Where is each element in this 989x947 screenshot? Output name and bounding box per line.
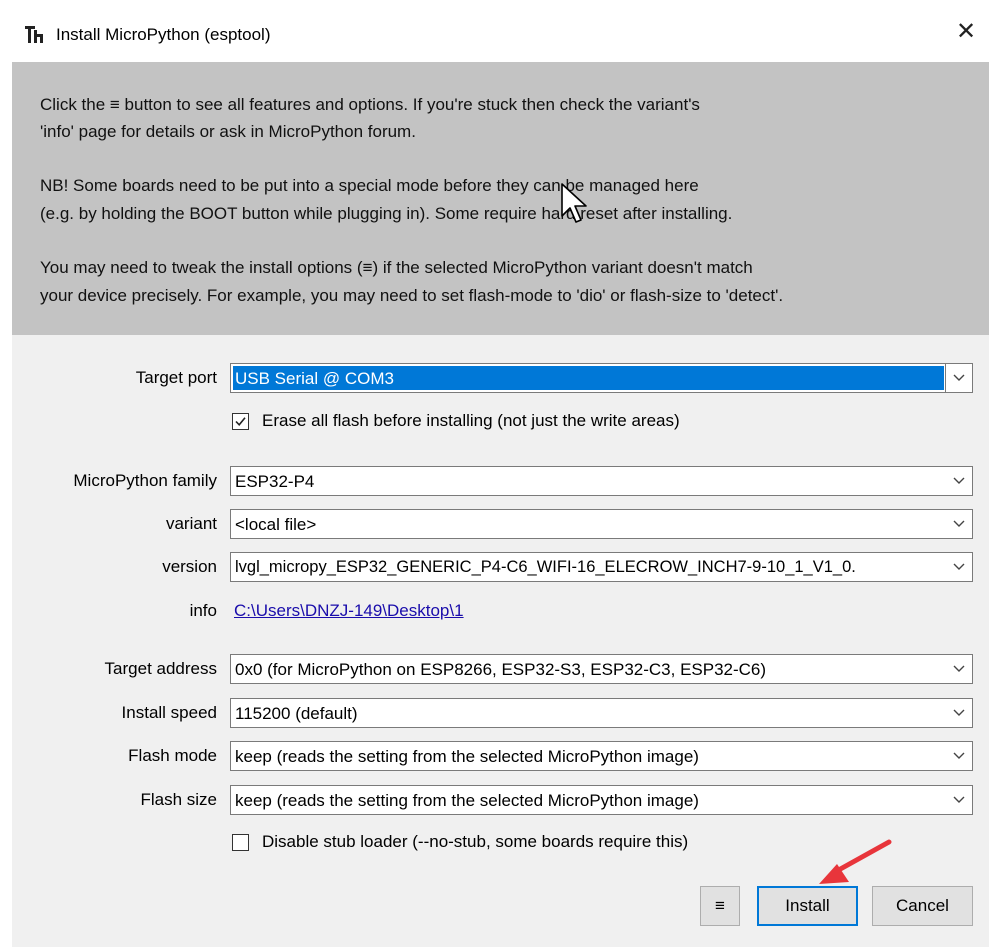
disable-stub-label[interactable]: Disable stub loader (--no-stub, some boa… [262, 832, 688, 852]
chevron-down-icon [953, 665, 965, 672]
info-text-2a: NB! Some boards need to be put into a sp… [40, 176, 699, 195]
target-address-select[interactable]: 0x0 (for MicroPython on ESP8266, ESP32-S… [230, 654, 973, 684]
info-label: info [189, 601, 217, 620]
info-link[interactable]: C:\Users\DNZJ-149\Desktop\1 [234, 601, 464, 621]
disable-stub-checkbox[interactable] [232, 834, 249, 851]
chevron-down-icon [953, 563, 965, 570]
flash-size-label: Flash size [140, 790, 217, 809]
menu-button[interactable]: ≡ [700, 886, 740, 926]
info-text-3a: You may need to tweak the install option… [40, 258, 753, 277]
info-text-3b: your device precisely. For example, you … [40, 286, 784, 305]
title-bar: Install MicroPython (esptool) ✕ [0, 0, 989, 62]
chevron-down-icon [953, 796, 965, 803]
install-speed-select[interactable]: 115200 (default) [230, 698, 973, 728]
version-label: version [162, 557, 217, 576]
thonny-app-icon [25, 26, 43, 43]
chevron-down-icon [953, 752, 965, 759]
flash-size-select[interactable]: keep (reads the setting from the selecte… [230, 785, 973, 815]
family-value: ESP32-P4 [235, 472, 315, 491]
flash-mode-label: Flash mode [128, 746, 217, 765]
info-panel: Click the ≡ button to see all features a… [12, 62, 989, 335]
target-port-label: Target port [135, 368, 217, 387]
target-port-select[interactable]: USB Serial @ COM3 [230, 363, 973, 393]
mouse-cursor-icon [561, 183, 587, 223]
info-text-2b: (e.g. by holding the BOOT button while p… [40, 204, 733, 223]
family-label: MicroPython family [73, 471, 217, 490]
info-text-1b: 'info' page for details or ask in MicroP… [40, 122, 416, 141]
variant-value: <local file> [235, 515, 317, 534]
close-icon[interactable]: ✕ [943, 12, 989, 52]
flash-size-value: keep (reads the setting from the selecte… [235, 791, 699, 810]
target-port-value: USB Serial @ COM3 [235, 369, 394, 388]
install-speed-label: Install speed [121, 703, 217, 722]
variant-label: variant [165, 514, 217, 533]
version-value: lvgl_micropy_ESP32_GENERIC_P4-C6_WIFI-16… [235, 558, 856, 576]
flash-mode-value: keep (reads the setting from the selecte… [235, 747, 699, 766]
chevron-down-icon [953, 520, 965, 527]
variant-select[interactable]: <local file> [230, 509, 973, 539]
erase-flash-label[interactable]: Erase all flash before installing (not j… [262, 411, 680, 431]
target-address-label: Target address [104, 659, 217, 678]
install-speed-value: 115200 (default) [235, 704, 358, 723]
install-button[interactable]: Install [757, 886, 858, 926]
checkmark-icon [235, 417, 246, 426]
chevron-down-icon [945, 364, 972, 392]
family-select[interactable]: ESP32-P4 [230, 466, 973, 496]
info-text-1a: Click the ≡ button to see all features a… [40, 95, 700, 114]
erase-flash-checkbox[interactable] [232, 413, 249, 430]
flash-mode-select[interactable]: keep (reads the setting from the selecte… [230, 741, 973, 771]
version-select[interactable]: lvgl_micropy_ESP32_GENERIC_P4-C6_WIFI-16… [230, 552, 973, 582]
annotation-arrow-icon [819, 839, 892, 884]
window-title: Install MicroPython (esptool) [56, 25, 271, 44]
target-address-value: 0x0 (for MicroPython on ESP8266, ESP32-S… [235, 660, 767, 679]
cancel-button[interactable]: Cancel [872, 886, 973, 926]
chevron-down-icon [953, 477, 965, 484]
chevron-down-icon [953, 709, 965, 716]
